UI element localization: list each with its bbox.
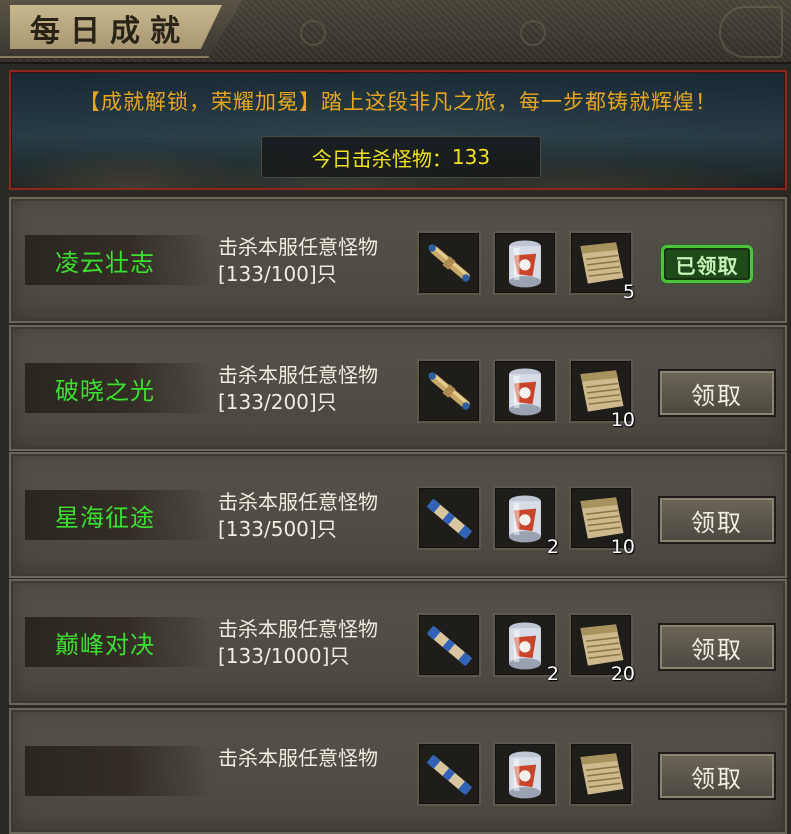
achievement-description: 击杀本服任意怪物 [133/100]只	[218, 234, 418, 288]
today-kills-label: 今日击杀怪物：	[311, 146, 452, 171]
jar-icon	[495, 233, 555, 293]
achievement-progress: [133/200]只	[218, 390, 337, 414]
claim-button[interactable]: 领取	[658, 623, 776, 671]
achievement-requirement: 击杀本服任意怪物	[218, 746, 378, 770]
achievement-row: 巅峰对决 击杀本服任意怪物 [133/1000]只 2 20 领取	[9, 579, 787, 705]
achievement-name: 凌云壮志	[25, 235, 213, 285]
blue-scroll-icon	[419, 744, 479, 804]
reward-count: 5	[622, 281, 635, 303]
achievement-description: 击杀本服任意怪物	[218, 745, 418, 772]
today-kills-box: 今日击杀怪物： 133	[261, 136, 541, 178]
achievement-row: 星海征途 击杀本服任意怪物 [133/500]只 2 10 领取	[9, 452, 787, 578]
achievement-requirement: 击杀本服任意怪物	[218, 490, 378, 514]
reward-count: 2	[546, 663, 559, 685]
jar-icon	[495, 744, 555, 804]
reward-slot[interactable]	[493, 359, 557, 423]
claim-button[interactable]: 领取	[658, 369, 776, 417]
reward-slot[interactable]: 2	[493, 613, 559, 685]
achievement-description: 击杀本服任意怪物 [133/1000]只	[218, 616, 418, 670]
achievement-description: 击杀本服任意怪物 [133/200]只	[218, 362, 418, 416]
blue-scroll-icon	[419, 615, 479, 675]
reward-slot[interactable]	[417, 231, 481, 295]
reward-slot[interactable]: 2	[493, 486, 559, 558]
achievement-row: 击杀本服任意怪物 领取	[9, 708, 787, 834]
reward-slot[interactable]	[493, 742, 557, 806]
achievement-name: 破晓之光	[25, 363, 213, 413]
ornament-knot-icon	[520, 20, 546, 46]
parchment-icon	[571, 744, 631, 804]
achievement-requirement: 击杀本服任意怪物	[218, 235, 378, 259]
window-header: 每日成就	[0, 0, 791, 64]
reward-count: 10	[610, 536, 635, 558]
reward-slot[interactable]	[417, 486, 481, 550]
jar-icon	[495, 361, 555, 421]
achievement-name: 巅峰对决	[25, 617, 213, 667]
achievement-progress: [133/500]只	[218, 517, 337, 541]
achievement-name: 星海征途	[25, 490, 213, 540]
window-title: 每日成就	[30, 14, 190, 49]
corner-ornament-icon	[719, 6, 783, 58]
achievement-name	[25, 746, 213, 796]
reward-slot[interactable]: 5	[569, 231, 635, 303]
reward-count: 2	[546, 536, 559, 558]
achievement-progress: [133/1000]只	[218, 644, 350, 668]
reward-slot[interactable]	[569, 742, 633, 806]
achievement-row: 凌云壮志 击杀本服任意怪物 [133/100]只 5 已领取	[9, 197, 787, 323]
scroll-icon	[419, 233, 479, 293]
claim-button[interactable]: 领取	[658, 752, 776, 800]
achievement-row: 破晓之光 击杀本服任意怪物 [133/200]只 10 领取	[9, 325, 787, 451]
banner-message: 【成就解锁，荣耀加冕】踏上这段非凡之旅，每一步都铸就辉煌！	[79, 90, 717, 114]
blue-scroll-icon	[419, 488, 479, 548]
achievement-description: 击杀本服任意怪物 [133/500]只	[218, 489, 418, 543]
achievement-requirement: 击杀本服任意怪物	[218, 363, 378, 387]
achievement-requirement: 击杀本服任意怪物	[218, 617, 378, 641]
claim-button[interactable]: 领取	[658, 496, 776, 544]
reward-count: 20	[610, 663, 635, 685]
reward-slot[interactable]	[417, 613, 481, 677]
reward-slot[interactable]	[493, 231, 557, 295]
reward-slot[interactable]: 10	[569, 486, 635, 558]
achievement-banner: 【成就解锁，荣耀加冕】踏上这段非凡之旅，每一步都铸就辉煌！ 今日击杀怪物： 133	[9, 70, 787, 190]
achievement-progress: [133/100]只	[218, 262, 337, 286]
reward-count: 10	[610, 409, 635, 431]
reward-slot[interactable]	[417, 742, 481, 806]
today-kills-value: 133	[451, 145, 491, 169]
reward-slot[interactable]: 10	[569, 359, 635, 431]
reward-slot[interactable]: 20	[569, 613, 635, 685]
claimed-badge: 已领取	[661, 245, 753, 283]
reward-slot[interactable]	[417, 359, 481, 423]
ornament-knot-icon	[300, 20, 326, 46]
scroll-icon	[419, 361, 479, 421]
